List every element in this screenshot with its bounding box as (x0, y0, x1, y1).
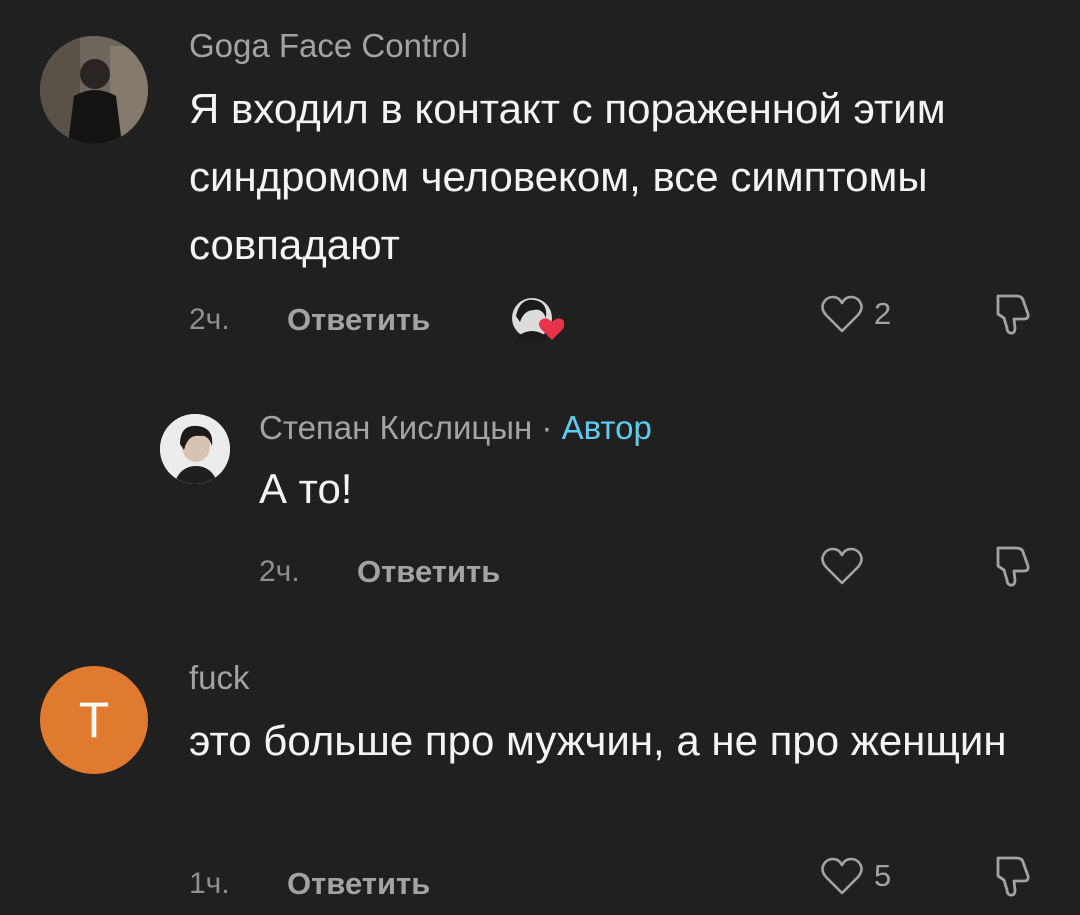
like-count: 5 (874, 858, 892, 893)
avatar[interactable] (160, 414, 230, 484)
like-button[interactable] (820, 546, 874, 586)
creator-heart-badge-icon (510, 296, 565, 342)
name-separator: · (541, 409, 553, 446)
comment-author[interactable]: Goga Face Control (189, 26, 468, 66)
like-button[interactable]: 2 (820, 294, 891, 334)
comment-text: Я входил в контакт с пораженной этим син… (189, 85, 946, 268)
comment-timestamp: 1ч. (189, 867, 230, 900)
reply-button[interactable]: Ответить (287, 864, 430, 904)
reply-button[interactable]: Ответить (287, 300, 430, 340)
comment-text: А то! (259, 465, 353, 512)
heart-outline-icon (821, 547, 863, 585)
reply-button[interactable]: Ответить (357, 552, 500, 592)
avatar-letter: T (78, 692, 110, 748)
comment-author[interactable]: fuck (189, 658, 250, 698)
avatar[interactable] (40, 36, 148, 144)
author-badge: Автор (561, 409, 652, 446)
avatar-photo (160, 414, 230, 484)
author-name[interactable]: Степан Кислицын (259, 409, 532, 446)
dislike-button[interactable] (990, 290, 1038, 343)
comment-timestamp: 2ч. (259, 555, 300, 588)
comment-author: Степан Кислицын · Автор (259, 408, 652, 448)
like-count: 2 (874, 296, 892, 331)
comment-timestamp: 2ч. (189, 303, 230, 336)
heart-outline-icon (821, 857, 863, 895)
avatar[interactable]: T (40, 666, 148, 774)
comment-text: это больше про мужчин, а не про женщин (189, 717, 1007, 764)
thumbs-down-outline-icon (996, 856, 1030, 897)
dislike-button[interactable] (990, 852, 1038, 905)
thumbs-down-outline-icon (996, 294, 1030, 335)
like-button[interactable]: 5 (820, 856, 891, 896)
avatar-photo (40, 36, 148, 144)
thumbs-down-outline-icon (996, 546, 1030, 587)
heart-outline-icon (821, 295, 863, 333)
dislike-button[interactable] (990, 542, 1038, 595)
